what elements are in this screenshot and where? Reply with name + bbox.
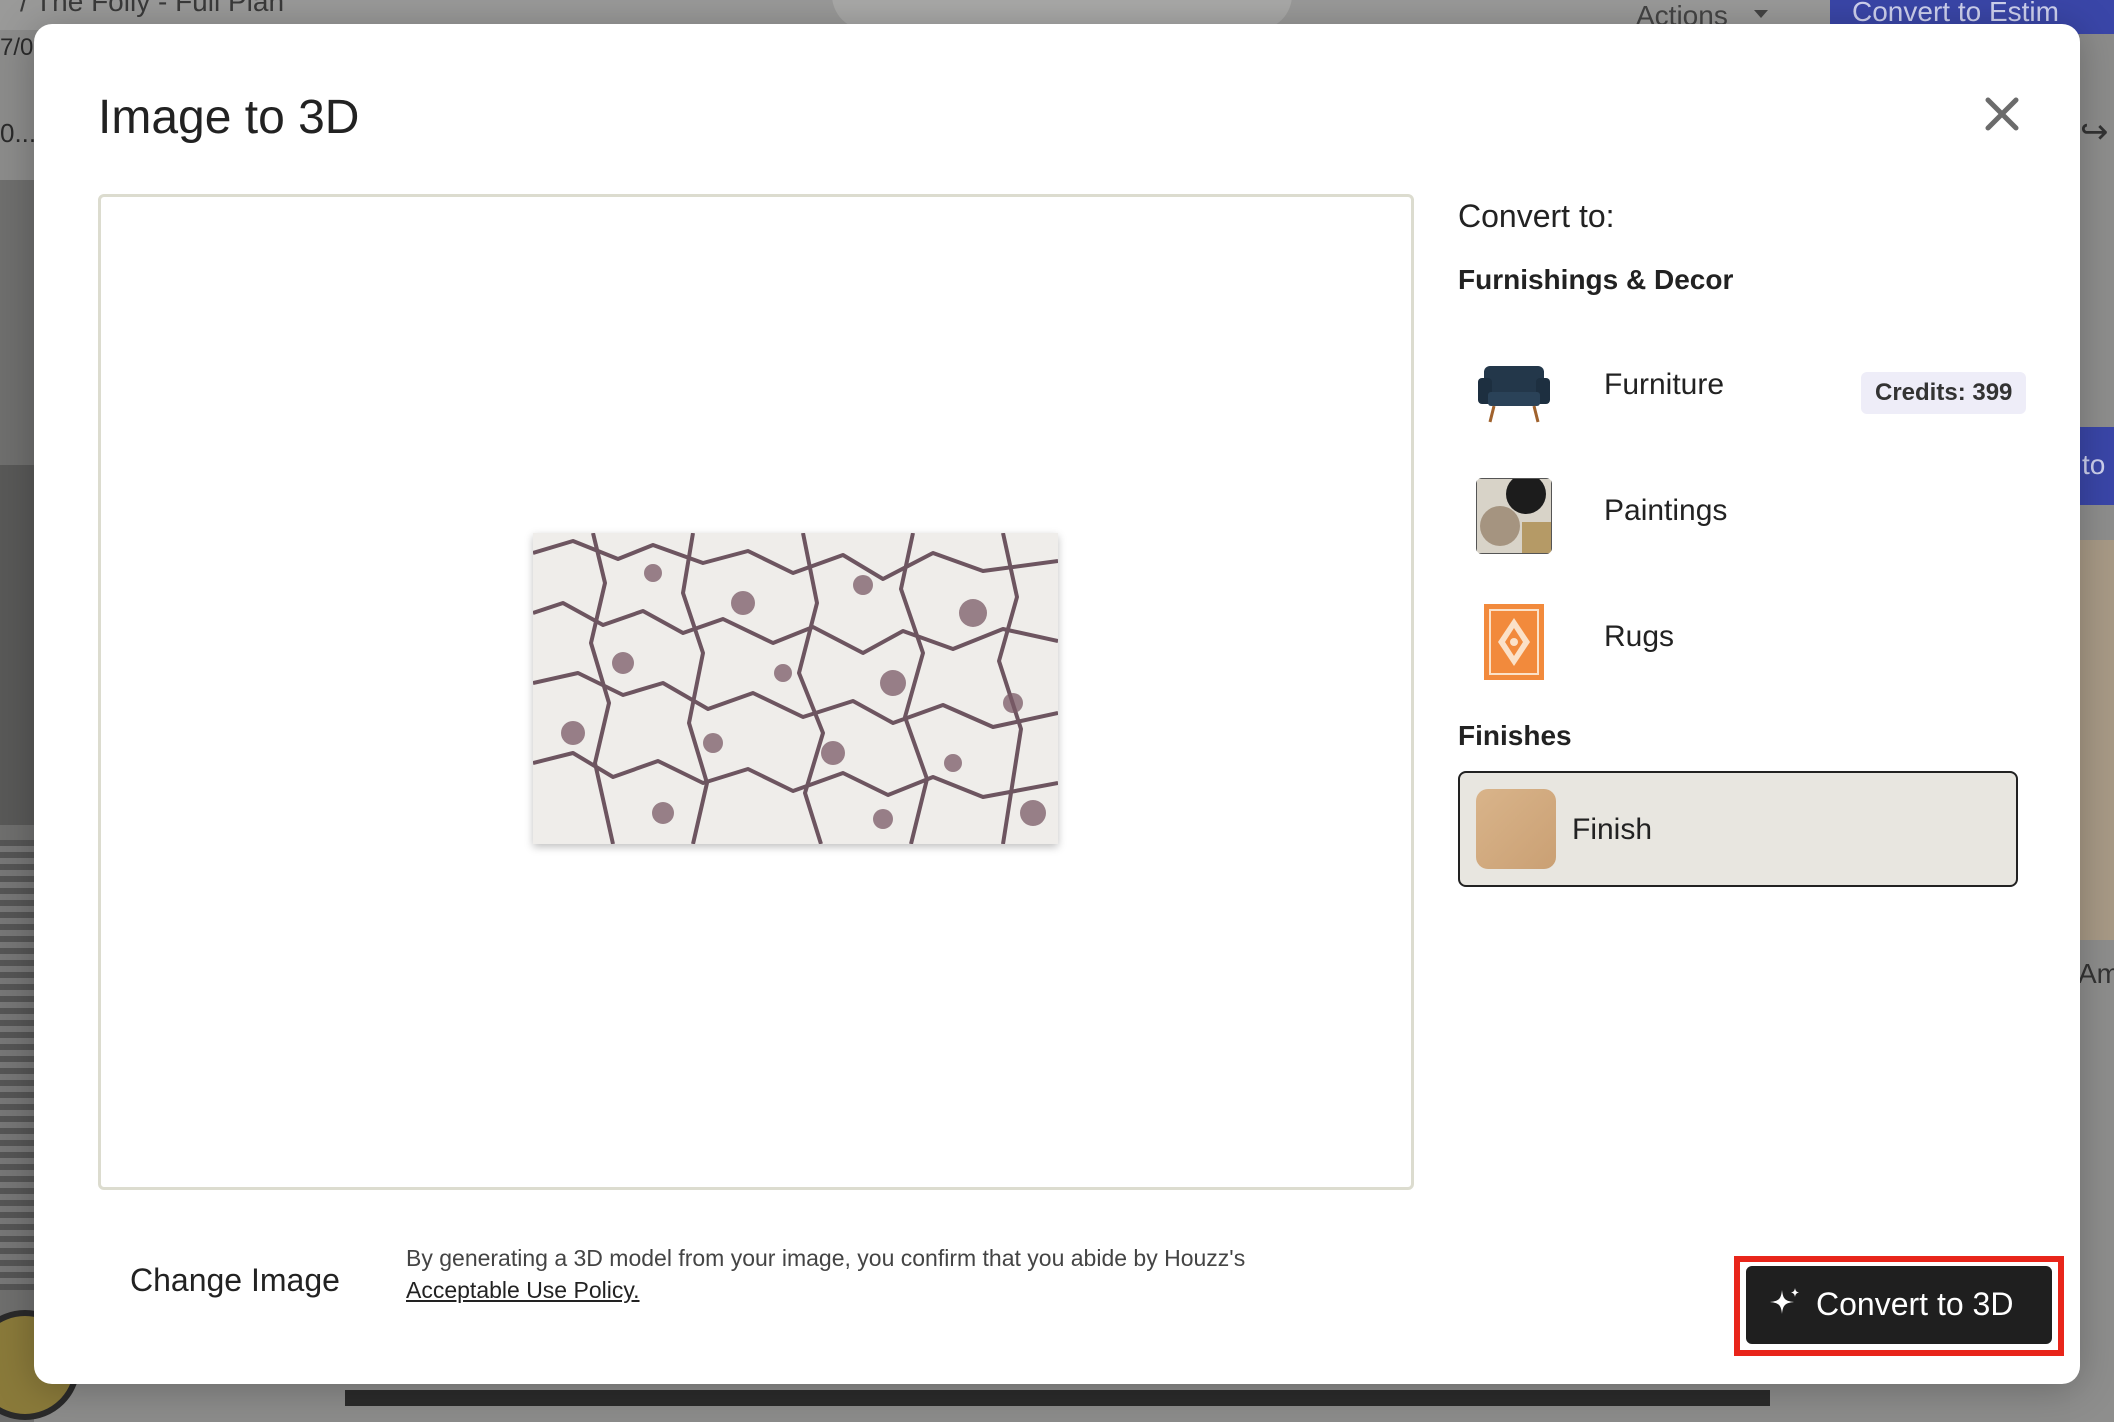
app-ellipsis: 0...: [0, 118, 37, 148]
dialog-title: Image to 3D: [98, 91, 360, 144]
option-rugs-label: Rugs: [1604, 620, 1675, 653]
close-icon-graphic: [1985, 97, 2019, 131]
disclaimer-text: By generating a 3D model from your image…: [406, 1245, 1246, 1271]
option-rugs[interactable]: Rugs: [1458, 586, 2048, 694]
option-paintings-label: Paintings: [1604, 494, 1728, 527]
usage-disclaimer: By generating a 3D model from your image…: [406, 1242, 1366, 1306]
finishes-section-title: Finishes: [1458, 720, 1572, 751]
app-date-fragment: 7/0: [0, 34, 34, 61]
app-bottom-bar: [345, 1390, 1770, 1406]
app-canvas-stairs: [0, 840, 34, 1290]
rug-icon: [1476, 604, 1552, 680]
change-image-button[interactable]: Change Image: [130, 1262, 340, 1299]
furnishings-section-title: Furnishings & Decor: [1458, 264, 1734, 295]
option-finish[interactable]: Finish: [1458, 771, 2018, 887]
option-furniture-label: Furniture: [1604, 368, 1725, 401]
app-right-text: Am: [2078, 958, 2114, 989]
image-to-3d-dialog: Image to 3D Convert to: Furnishings & De…: [34, 24, 2080, 1384]
marble-texture: [533, 533, 1058, 844]
uploaded-image: [533, 533, 1058, 844]
convert-to-heading: Convert to:: [1458, 198, 1615, 234]
redo-icon: ↪: [2080, 113, 2109, 151]
acceptable-use-policy-link[interactable]: Acceptable Use Policy.: [406, 1277, 640, 1303]
app-breadcrumb: / The Folly - Full Plan: [20, 0, 285, 17]
option-finish-label: Finish: [1572, 813, 1653, 846]
painting-icon: [1476, 478, 1552, 554]
convert-to-3d-label: Convert to 3D: [1816, 1286, 2014, 1322]
convert-to-3d-button[interactable]: Convert to 3D: [1746, 1266, 2052, 1344]
credits-badge: Credits: 399: [1861, 372, 2027, 414]
chevron-down-icon: [1754, 10, 1768, 18]
app-right-thumbnail: [2080, 540, 2114, 940]
armchair-icon: [1476, 352, 1552, 428]
app-canvas-wall: [0, 465, 34, 825]
image-preview-area: [98, 194, 1414, 1190]
option-paintings[interactable]: Paintings: [1458, 460, 2048, 568]
sparkle-icon: [1770, 1288, 1799, 1314]
close-icon[interactable]: [1974, 86, 2030, 142]
finish-swatch: [1476, 789, 1556, 869]
